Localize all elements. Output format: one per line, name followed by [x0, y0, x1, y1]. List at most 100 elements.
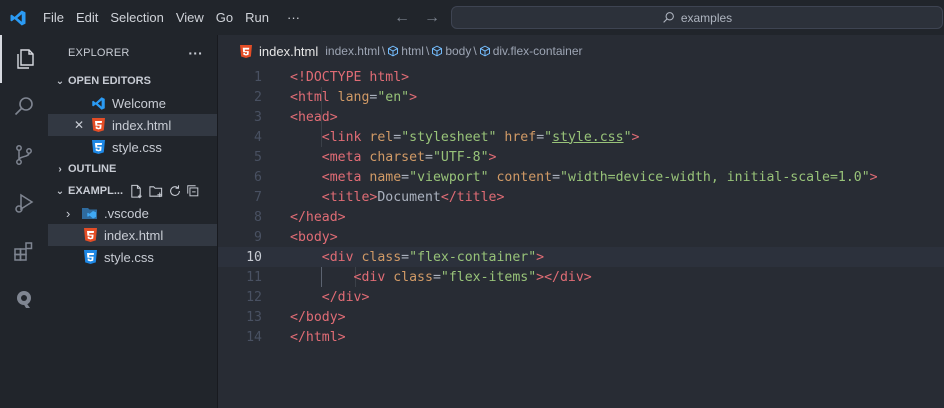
code-token: <head> — [290, 109, 338, 125]
close-icon[interactable]: ✕ — [74, 118, 90, 132]
open-editors-header[interactable]: ⌄ OPEN EDITORS — [48, 70, 217, 92]
refresh-icon[interactable] — [168, 184, 182, 198]
code-token: charset — [369, 149, 425, 165]
code-line[interactable]: 10 <div class="flex-container"> — [218, 247, 944, 267]
code-line[interactable]: 12 </div> — [218, 287, 944, 307]
line-number: 7 — [254, 189, 262, 205]
menu-run[interactable]: Run — [239, 0, 275, 35]
code-line[interactable]: 1 <!DOCTYPE html> — [218, 67, 944, 87]
new-file-icon[interactable] — [129, 184, 144, 199]
code-line[interactable]: 8 </head> — [218, 207, 944, 227]
breadcrumb-item[interactable]: body — [445, 44, 471, 58]
code-editor[interactable]: index.html index.html \ html \ body \ di… — [218, 35, 944, 408]
code-line[interactable]: 14 </html> — [218, 327, 944, 347]
menu-edit[interactable]: Edit — [70, 0, 104, 35]
breadcrumb-item[interactable]: html — [401, 44, 424, 58]
code-line[interactable]: 9 <body> — [218, 227, 944, 247]
workspace-actions — [129, 184, 200, 199]
code-token: = — [424, 149, 433, 165]
code-token: "flex-items" — [440, 269, 537, 285]
back-arrow-icon[interactable]: ← — [394, 9, 410, 27]
code-token: "en" — [377, 89, 410, 105]
command-center-search[interactable]: examples — [451, 6, 943, 29]
code-token: "stylesheet" — [401, 129, 497, 145]
code-text: <title>Document</title> — [290, 189, 505, 205]
source-control-icon[interactable] — [0, 131, 48, 179]
extensions-icon[interactable] — [0, 227, 48, 275]
symbol-icon — [432, 45, 443, 57]
open-editor-welcome[interactable]: Welcome — [48, 92, 217, 114]
menu-more[interactable]: ··· — [281, 0, 306, 35]
code-token: > — [536, 249, 545, 265]
forward-arrow-icon[interactable]: → — [424, 9, 440, 27]
code-line[interactable]: 4 <link rel="stylesheet" href="style.css… — [218, 127, 944, 147]
code-line[interactable]: 6 <meta name="viewport" content="width=d… — [218, 167, 944, 187]
breadcrumb-separator: \ — [425, 44, 430, 58]
code-token: " — [544, 129, 553, 145]
code-token: > — [869, 169, 878, 185]
tree-item-vscode-folder[interactable]: › .vscode — [48, 202, 217, 224]
outline-label: OUTLINE — [68, 163, 117, 175]
code-area[interactable]: 1 <!DOCTYPE html> 2 <html lang="en"> 3 <head>… — [218, 67, 944, 347]
code-text: <html lang="en"> — [290, 90, 417, 105]
open-editor-index-html[interactable]: ✕ index.html — [48, 114, 217, 136]
code-text: </head> — [290, 210, 346, 225]
menu-bar: File Edit Selection View Go Run ··· — [37, 0, 306, 35]
code-token: <body> — [290, 229, 338, 245]
code-token: </html> — [290, 329, 346, 345]
menu-selection[interactable]: Selection — [104, 0, 169, 35]
breadcrumb-item[interactable]: index.html — [325, 44, 380, 58]
workspace-header[interactable]: ⌄ EXAMPL... — [48, 180, 217, 202]
code-token: <div — [321, 249, 362, 265]
code-line[interactable]: 7 <title>Document</title> — [218, 187, 944, 207]
open-editor-style-css[interactable]: style.css — [48, 136, 217, 158]
menu-file[interactable]: File — [37, 0, 70, 35]
outline-header[interactable]: › OUTLINE — [48, 158, 217, 180]
remote-icon[interactable] — [0, 275, 48, 323]
line-number: 9 — [254, 229, 262, 245]
code-line[interactable]: 5 <meta charset="UTF-8"> — [218, 147, 944, 167]
tree-item-label: index.html — [104, 227, 164, 243]
code-token: > — [488, 149, 497, 165]
breadcrumb-separator: \ — [473, 44, 477, 58]
run-debug-icon[interactable] — [0, 179, 48, 227]
line-number: 6 — [254, 169, 262, 185]
tree-item-label: style.css — [104, 249, 154, 265]
code-line[interactable]: 3 <head> — [218, 107, 944, 127]
code-token: "flex-container" — [409, 249, 537, 265]
breadcrumb-item[interactable]: div.flex-container — [493, 44, 583, 58]
explorer-icon[interactable] — [0, 35, 48, 83]
line-number: 1 — [254, 69, 262, 85]
editor-tab-title[interactable]: index.html — [259, 44, 318, 59]
code-token: > — [409, 89, 418, 105]
more-actions-button[interactable]: ··· — [188, 45, 203, 61]
line-number: 4 — [254, 129, 262, 145]
vscode-icon — [90, 95, 106, 111]
code-line[interactable]: 13 </body> — [218, 307, 944, 327]
menu-view[interactable]: View — [170, 0, 210, 35]
collapse-all-icon[interactable] — [186, 184, 200, 198]
code-text: <meta charset="UTF-8"> — [290, 149, 497, 165]
code-token: <meta — [321, 149, 370, 165]
search-icon[interactable] — [0, 83, 48, 131]
code-token: <link — [321, 129, 370, 145]
workspace-label: EXAMPL... — [68, 185, 124, 197]
code-token: = — [401, 249, 410, 265]
code-token: lang — [337, 89, 370, 105]
activity-bar — [0, 35, 48, 408]
code-text: <div class="flex-items"></div> — [290, 270, 592, 285]
code-token: </title> — [440, 189, 505, 205]
menu-go[interactable]: Go — [210, 0, 239, 35]
code-line[interactable]: 2 <html lang="en"> — [218, 87, 944, 107]
code-token: "viewport" — [409, 169, 489, 185]
line-number: 5 — [254, 149, 262, 165]
code-token: <title> — [321, 189, 378, 205]
new-folder-icon[interactable] — [148, 184, 164, 199]
code-line[interactable]: 11 <div class="flex-items"></div> — [218, 267, 944, 287]
tree-item-index-html[interactable]: index.html — [48, 224, 217, 246]
tree-item-style-css[interactable]: style.css — [48, 246, 217, 268]
